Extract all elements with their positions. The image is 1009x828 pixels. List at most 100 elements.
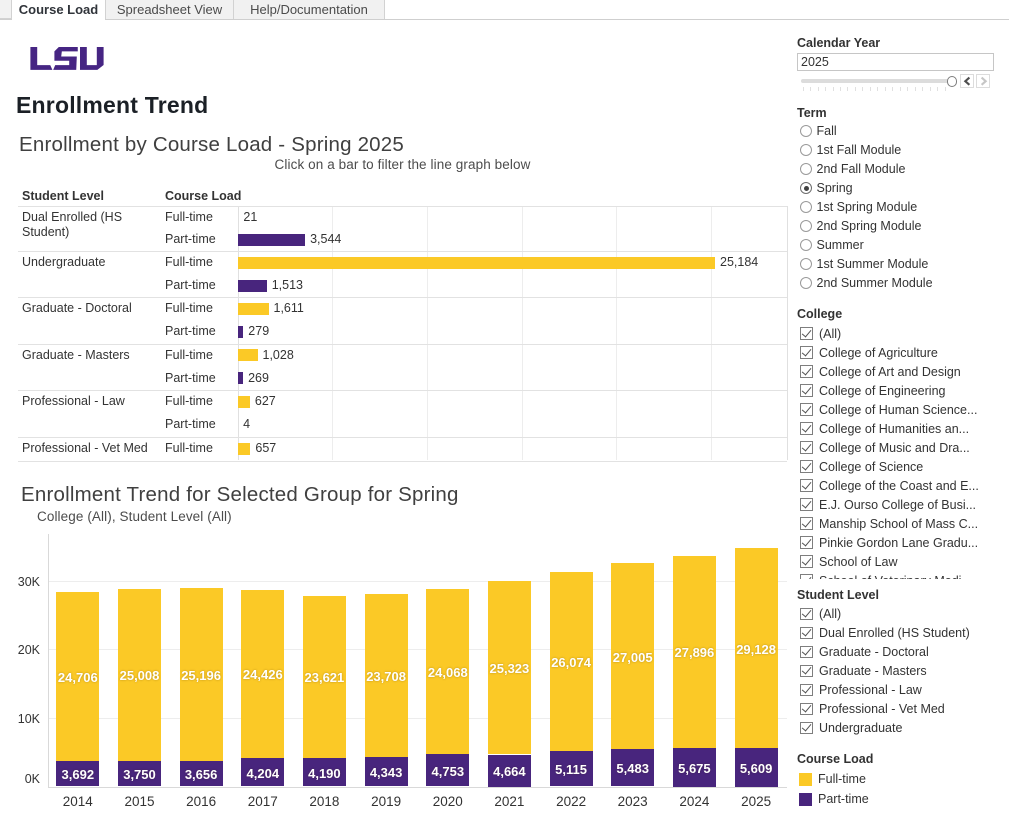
legend-label: Part-time (818, 792, 869, 806)
checkbox-option-college-of-agriculture[interactable]: College of Agriculture (800, 344, 1005, 363)
page-title: Enrollment Trend (16, 92, 208, 119)
checkbox-option-undergraduate[interactable]: Undergraduate (800, 719, 1005, 738)
chart1-bar-value: 25,184 (720, 255, 758, 269)
tab-bar: Course Load Spreadsheet View Help/Docume… (0, 0, 1009, 20)
radio-option-1st-fall-module[interactable]: 1st Fall Module (800, 141, 1000, 160)
checkbox-option-college-of-music-and-dra[interactable]: College of Music and Dra... (800, 439, 1005, 458)
tab-scroll-stub[interactable] (0, 0, 12, 19)
checkbox-option-e-j-ourso-college-of-busi[interactable]: E.J. Ourso College of Busi... (800, 496, 1005, 515)
chart2-part-time-value: 4,664 (479, 764, 539, 779)
checkbox-option-professional-vet-med[interactable]: Professional - Vet Med (800, 700, 1005, 719)
tab-help-documentation[interactable]: Help/Documentation (233, 0, 385, 19)
checkbox-option-college-of-science[interactable]: College of Science (800, 458, 1005, 477)
radio-option-2nd-spring-module[interactable]: 2nd Spring Module (800, 217, 1000, 236)
chart1-row-separator (18, 206, 787, 207)
chevron-right-icon (977, 75, 990, 88)
chart2-part-time-value: 5,609 (726, 761, 786, 776)
chart1-student-level-label: Dual Enrolled (HS Student) (22, 210, 162, 239)
checkbox-option-label: Professional - Vet Med (819, 700, 945, 719)
radio-option-label: 1st Fall Module (817, 141, 902, 160)
chart1-bar-value: 1,513 (272, 278, 303, 292)
checkbox-option-college-of-engineering[interactable]: College of Engineering (800, 382, 1005, 401)
checkbox-option-professional-law[interactable]: Professional - Law (800, 681, 1005, 700)
checkbox-option-school-of-veterinary-medi[interactable]: School of Veterinary Medi... (800, 572, 1005, 579)
chart1-title: Enrollment by Course Load - Spring 2025 (19, 133, 404, 157)
chart2-full-time-value: 23,708 (356, 669, 416, 684)
legend-swatch-part-time (799, 793, 812, 806)
radio-option-2nd-fall-module[interactable]: 2nd Fall Module (800, 160, 1000, 179)
checkbox-option-graduate-doctoral[interactable]: Graduate - Doctoral (800, 643, 1005, 662)
chart2-part-time-value: 4,190 (294, 766, 354, 781)
checkbox-option-label: College of Science (819, 458, 923, 477)
chart2-part-time-value: 4,343 (356, 765, 416, 780)
chart2-x-tick-label: 2014 (48, 794, 108, 809)
radio-option-label: 1st Summer Module (817, 255, 929, 274)
chart2-x-tick-label: 2022 (541, 794, 601, 809)
chart1-student-level-label: Graduate - Doctoral (22, 301, 162, 316)
checkbox-checked-icon (800, 384, 813, 397)
checkbox-option-label: (All) (819, 605, 841, 624)
chart2-part-time-value: 3,750 (110, 767, 170, 782)
checkbox-option-label: Dual Enrolled (HS Student) (819, 624, 970, 643)
chart2-full-time-value: 27,896 (664, 645, 724, 660)
checkbox-option-label: College of Humanities an... (819, 420, 969, 439)
checkbox-option-college-of-human-science[interactable]: College of Human Science... (800, 401, 1005, 420)
chart1-bar-part-time[interactable] (238, 280, 267, 292)
chart2-x-tick-label: 2017 (233, 794, 293, 809)
checkbox-checked-icon (800, 684, 813, 697)
checkbox-option-college-of-humanities-an[interactable]: College of Humanities an... (800, 420, 1005, 439)
checkbox-checked-icon (800, 536, 813, 549)
checkbox-option-college-of-the-coast-and-e[interactable]: College of the Coast and E... (800, 477, 1005, 496)
chart2-y-tick-label: 0K (6, 772, 40, 786)
tab-spreadsheet-view[interactable]: Spreadsheet View (105, 0, 233, 19)
slider-next-button[interactable] (976, 74, 990, 88)
calendar-year-input[interactable] (797, 53, 994, 71)
radio-option-2nd-summer-module[interactable]: 2nd Summer Module (800, 274, 1000, 293)
radio-option-label: 2nd Fall Module (817, 160, 906, 179)
radio-option-1st-summer-module[interactable]: 1st Summer Module (800, 255, 1000, 274)
checkbox-checked-icon (800, 346, 813, 359)
chart2-full-time-value: 27,005 (603, 650, 663, 665)
slider-tick (803, 87, 804, 92)
course-load-legend-label: Course Load (797, 752, 873, 766)
checkbox-option-all[interactable]: (All) (800, 605, 1005, 624)
chart2-full-time-value: 24,706 (48, 670, 108, 685)
slider-tick (847, 87, 848, 92)
dashboard: Course Load Spreadsheet View Help/Docume… (0, 0, 1009, 828)
tab-course-load[interactable]: Course Load (12, 0, 105, 20)
radio-option-summer[interactable]: Summer (800, 236, 1000, 255)
radio-option-fall[interactable]: Fall (800, 122, 1000, 141)
checkbox-option-school-of-law[interactable]: School of Law (800, 553, 1005, 572)
chart2-x-tick-label: 2019 (356, 794, 416, 809)
chart1-bar-full-time[interactable] (238, 257, 715, 269)
chart2-x-tick-label: 2023 (603, 794, 663, 809)
slider-tick (840, 87, 841, 92)
checkbox-option-pinkie-gordon-lane-gradu[interactable]: Pinkie Gordon Lane Gradu... (800, 534, 1005, 553)
slider-prev-button[interactable] (960, 74, 974, 88)
slider-tick (930, 87, 931, 92)
radio-option-1st-spring-module[interactable]: 1st Spring Module (800, 198, 1000, 217)
chart1-bar-part-time[interactable] (238, 234, 305, 246)
legend-swatch-full-time (799, 773, 812, 786)
checkbox-option-label: (All) (819, 325, 841, 344)
checkbox-option-graduate-masters[interactable]: Graduate - Masters (800, 662, 1005, 681)
checkbox-option-label: School of Veterinary Medi... (819, 572, 972, 579)
checkbox-option-all[interactable]: (All) (800, 325, 1005, 344)
chart1-bar-full-time[interactable] (238, 303, 269, 315)
radio-option-spring[interactable]: Spring (800, 179, 1000, 198)
checkbox-option-label: School of Law (819, 553, 898, 572)
radio-icon (800, 277, 812, 289)
checkbox-option-manship-school-of-mass-c[interactable]: Manship School of Mass C... (800, 515, 1005, 534)
checkbox-option-label: College of Art and Design (819, 363, 961, 382)
checkbox-option-dual-enrolled-hs-student[interactable]: Dual Enrolled (HS Student) (800, 624, 1005, 643)
slider-tick (855, 87, 856, 92)
checkbox-option-label: Professional - Law (819, 681, 922, 700)
radio-icon (800, 258, 812, 270)
chart2-y-tick-label: 10K (6, 712, 40, 726)
chart2-y-tick-label: 20K (6, 643, 40, 657)
checkbox-option-college-of-art-and-design[interactable]: College of Art and Design (800, 363, 1005, 382)
checkbox-checked-icon (800, 627, 813, 640)
calendar-year-slider-track[interactable] (801, 79, 952, 83)
calendar-year-slider-handle[interactable] (947, 76, 958, 87)
chart2-full-time-value: 26,074 (541, 655, 601, 670)
